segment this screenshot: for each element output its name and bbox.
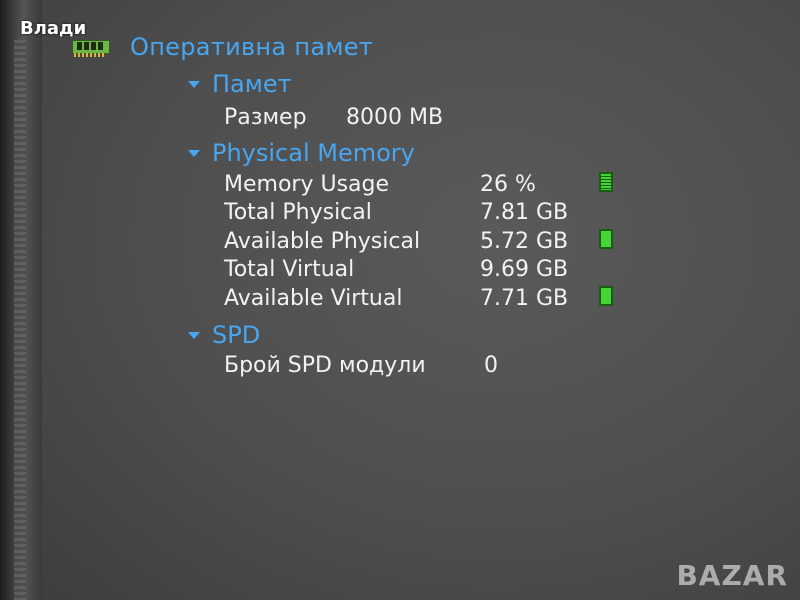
row-name: Memory Usage — [224, 172, 390, 197]
section-label: Памет — [212, 70, 292, 98]
row-name: Total Physical — [224, 200, 372, 225]
monitor-bezel — [0, 0, 42, 600]
usage-bar-icon — [599, 172, 613, 192]
row-name: Available Virtual — [224, 286, 403, 311]
section-label: SPD — [212, 321, 261, 349]
user-name-overlay: Влади — [20, 18, 87, 39]
row-name: Available Physical — [224, 229, 421, 254]
tree-root-label: Оперативна памет — [130, 33, 374, 61]
section-label: Physical Memory — [212, 139, 415, 167]
expand-arrow-icon[interactable] — [188, 149, 200, 157]
bazar-watermark: BAZAR — [676, 559, 788, 592]
ram-module-icon — [72, 36, 110, 58]
expand-arrow-icon[interactable] — [188, 80, 200, 88]
expand-arrow-icon[interactable] — [188, 331, 200, 339]
row-value: 9.69 GB — [480, 257, 569, 282]
info-panel — [42, 0, 800, 600]
section-physical-memory[interactable]: Physical Memory — [188, 139, 415, 167]
row-name: Total Virtual — [224, 257, 355, 282]
row-value: 26 % — [480, 172, 536, 197]
row-name: Размер — [224, 105, 307, 130]
section-spd[interactable]: SPD — [188, 321, 260, 349]
photo-frame: Влади Оперативна памет Памет Размер 8000… — [0, 0, 800, 600]
row-value: 8000 MB — [346, 105, 444, 130]
row-value: 0 — [484, 353, 498, 378]
row-value: 7.81 GB — [480, 200, 569, 225]
row-value: 5.72 GB — [480, 229, 569, 254]
monitor-rail — [14, 40, 26, 600]
usage-bar-icon — [599, 229, 613, 249]
row-value: 7.71 GB — [480, 286, 569, 311]
section-memory[interactable]: Памет — [188, 70, 292, 98]
row-name: Брой SPD модули — [224, 353, 426, 378]
tree-root-ram[interactable]: Оперативна памет — [72, 33, 373, 61]
usage-bar-icon — [599, 286, 613, 306]
